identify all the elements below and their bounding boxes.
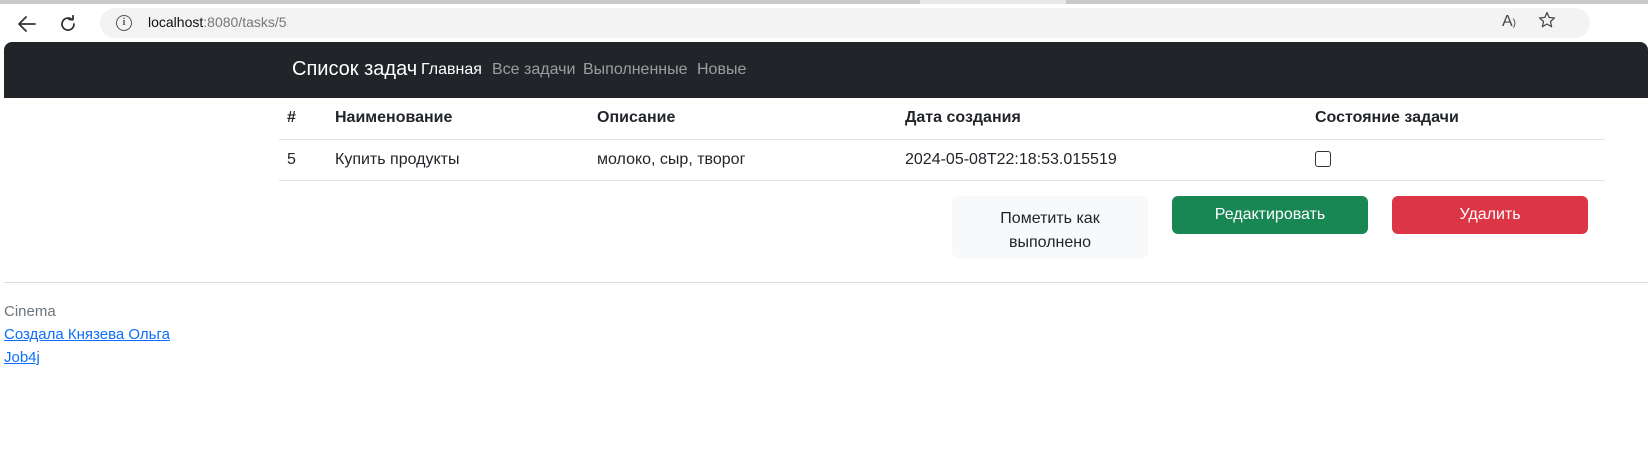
footer-job4j-link[interactable]: Job4j bbox=[4, 349, 40, 366]
tab-strip-segment bbox=[1066, 0, 1648, 4]
star-icon[interactable] bbox=[1538, 11, 1556, 34]
header-number: # bbox=[279, 98, 327, 140]
url-host: localhost bbox=[148, 14, 204, 30]
cell-id: 5 bbox=[279, 139, 327, 181]
page-content: Список задач Главная Все задачи Выполнен… bbox=[4, 42, 1648, 450]
address-bar[interactable]: i localhost:8080/tasks/5 bbox=[100, 8, 1590, 38]
delete-button[interactable]: Удалить bbox=[1392, 196, 1588, 234]
tab-strip bbox=[0, 0, 1648, 4]
table-header-row: # Наименование Описание Дата создания Со… bbox=[279, 98, 1605, 140]
back-arrow-icon[interactable] bbox=[12, 9, 42, 39]
info-icon[interactable]: i bbox=[116, 15, 132, 31]
header-status: Состояние задачи bbox=[1307, 98, 1605, 140]
url-path: :8080/tasks/5 bbox=[203, 14, 287, 30]
top-navbar: Список задач Главная Все задачи Выполнен… bbox=[4, 42, 1648, 98]
footer-title: Cinema bbox=[4, 303, 56, 320]
header-created: Дата создания bbox=[897, 98, 1307, 140]
read-aloud-icon[interactable]: A) bbox=[1502, 13, 1516, 31]
nav-link-home[interactable]: Главная bbox=[421, 61, 482, 79]
footer-divider bbox=[4, 282, 1648, 283]
cell-name: Купить продукты bbox=[327, 139, 589, 181]
footer-author-link[interactable]: Создала Князева Ольга bbox=[4, 326, 170, 343]
cell-status bbox=[1307, 139, 1605, 181]
header-description: Описание bbox=[589, 98, 897, 140]
edit-button[interactable]: Редактировать bbox=[1172, 196, 1368, 234]
browser-chrome: i localhost:8080/tasks/5 A) bbox=[0, 0, 1648, 42]
nav-link-new[interactable]: Новые bbox=[697, 61, 746, 79]
cell-created: 2024-05-08T22:18:53.015519 bbox=[897, 139, 1307, 181]
nav-link-completed[interactable]: Выполненные bbox=[583, 61, 688, 79]
table-row: 5 Купить продукты молоко, сыр, творог 20… bbox=[279, 139, 1605, 181]
navbar-brand[interactable]: Список задач bbox=[292, 58, 417, 81]
mark-done-button[interactable]: Пометить как выполнено bbox=[952, 196, 1148, 258]
url-text[interactable]: localhost:8080/tasks/5 bbox=[148, 14, 287, 30]
header-name: Наименование bbox=[327, 98, 589, 140]
reload-icon[interactable] bbox=[53, 9, 83, 39]
tab-strip-segment bbox=[0, 0, 920, 4]
nav-link-all-tasks[interactable]: Все задачи bbox=[492, 61, 575, 79]
done-checkbox[interactable] bbox=[1315, 151, 1331, 168]
cell-description: молоко, сыр, творог bbox=[589, 139, 897, 181]
task-table: # Наименование Описание Дата создания Со… bbox=[279, 98, 1605, 181]
